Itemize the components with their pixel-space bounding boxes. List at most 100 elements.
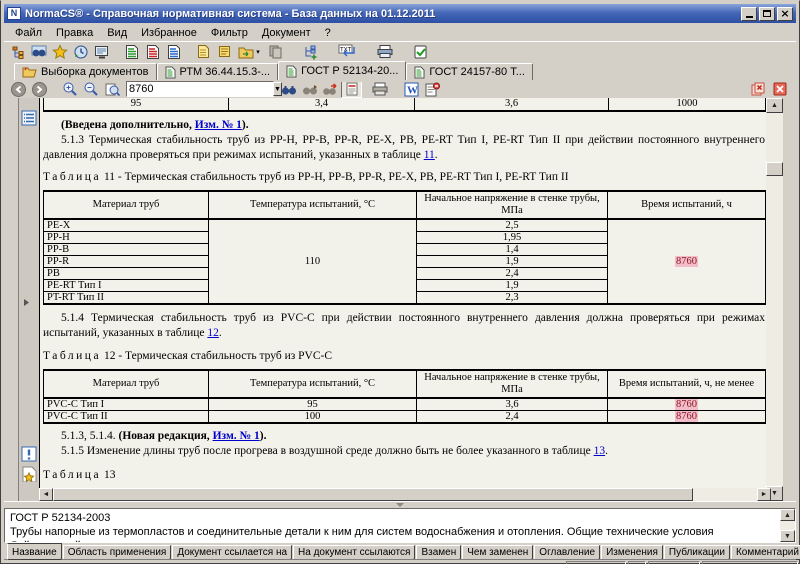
scroll-up-button[interactable]: ▲ xyxy=(766,98,783,113)
menu-file[interactable]: Файл xyxy=(8,26,49,40)
search-documents-button[interactable] xyxy=(28,43,49,61)
info-tab-replaced-by[interactable]: Чем заменен xyxy=(462,545,533,560)
tab-selection[interactable]: Выборка документов xyxy=(14,63,157,80)
tab-gost-r-52134[interactable]: ГОСТ Р 52134-20... xyxy=(278,61,406,80)
horizontal-scrollbar[interactable]: ◄ ► xyxy=(39,488,771,501)
back-arrow-icon xyxy=(11,82,26,97)
folder-export-icon xyxy=(238,45,254,59)
info-tab-name[interactable]: Название xyxy=(7,543,62,560)
nav-back-button[interactable] xyxy=(8,80,29,98)
scroll-down-button[interactable]: ▼ xyxy=(780,530,795,542)
scroll-up-button[interactable]: ▲ xyxy=(780,509,795,521)
doc-properties-button[interactable] xyxy=(422,80,443,98)
scroll-thumb[interactable] xyxy=(766,162,783,176)
position-marker-icon xyxy=(23,298,39,314)
tab-rtm-36-44[interactable]: РТМ 36.44.15.3-... xyxy=(157,63,279,80)
info-panel-scrollbar[interactable]: ▲ ▼ xyxy=(780,509,795,542)
info-tab-changes[interactable]: Изменения xyxy=(601,545,663,560)
monitoring-button[interactable] xyxy=(91,43,112,61)
temperature-cell: 95 xyxy=(209,398,417,411)
page-setup-button[interactable] xyxy=(375,43,396,61)
info-tab-publications[interactable]: Публикации xyxy=(664,545,730,560)
find-in-found-button[interactable] xyxy=(320,80,341,98)
favorites-button[interactable] xyxy=(49,43,70,61)
tab-label: Выборка документов xyxy=(41,66,149,78)
history-button[interactable] xyxy=(70,43,91,61)
scroll-track[interactable] xyxy=(766,98,783,501)
menu-favorites[interactable]: Избранное xyxy=(134,26,204,40)
material-cell: PP-H xyxy=(44,231,209,243)
bookmark-star-icon[interactable] xyxy=(21,466,37,482)
document-toolbar: ▼ W xyxy=(4,80,796,98)
maximize-button[interactable] xyxy=(759,7,775,21)
close-all-documents-button[interactable] xyxy=(748,80,769,98)
scroll-thumb[interactable] xyxy=(53,488,693,501)
info-tab-comment[interactable]: Комментарий xyxy=(731,545,800,560)
menu-filter[interactable]: Фильтр xyxy=(204,26,255,40)
info-tab-referenced-by[interactable]: На документ ссылаются xyxy=(293,545,415,560)
info-tab-contents[interactable]: Оглавление xyxy=(534,545,600,560)
search-input[interactable] xyxy=(127,82,273,96)
close-button[interactable]: × xyxy=(777,7,793,21)
amendment-note: (Введена дополнительно, Изм. № 1). xyxy=(43,118,769,133)
doc-status-active-button[interactable] xyxy=(121,43,142,61)
add-to-selection-button[interactable] xyxy=(300,43,321,61)
find-next-button[interactable] xyxy=(299,80,320,98)
table-12-link[interactable]: 12 xyxy=(207,327,219,339)
scroll-left-button[interactable]: ◄ xyxy=(39,488,53,501)
nav-forward-button[interactable] xyxy=(29,80,50,98)
vertical-scrollbar[interactable]: ▲ ▼ xyxy=(766,98,783,501)
paragraph-text: 5.1.3, 5.1.4. xyxy=(61,430,119,442)
info-tab-replaces[interactable]: Взамен xyxy=(416,545,461,560)
paragraph-5-1-5: 5.1.5 Изменение длины труб после прогрев… xyxy=(43,444,765,459)
find-button[interactable] xyxy=(278,80,299,98)
annotation-warning-icon[interactable] xyxy=(21,446,37,462)
doc-status-replaced-button[interactable] xyxy=(163,43,184,61)
zoom-scale-button[interactable] xyxy=(101,80,122,98)
find-next-icon xyxy=(302,83,318,96)
document-description: Трубы напорные из термопластов и соедини… xyxy=(10,525,790,539)
printer-icon xyxy=(372,82,389,96)
search-highlight: 8760 xyxy=(675,411,698,422)
text-compare-button[interactable]: TXT xyxy=(335,43,361,61)
amendment-link[interactable]: Изм. № 1 xyxy=(195,119,242,131)
info-tab-references-to[interactable]: Документ ссылается на xyxy=(172,545,292,560)
amendment-link[interactable]: Изм. № 1 xyxy=(213,430,260,442)
copy-button[interactable] xyxy=(265,43,286,61)
tab-gost-24157[interactable]: ГОСТ 24157-80 Т... xyxy=(406,63,532,80)
search-highlight: 8760 xyxy=(675,256,698,267)
toolbar-separator xyxy=(184,43,193,61)
doc-properties-icon xyxy=(425,82,440,97)
splitter-collapse-icon[interactable] xyxy=(396,503,404,507)
export-folder-button[interactable]: ▾ xyxy=(235,43,265,61)
export-word-button[interactable]: W xyxy=(401,80,422,98)
minimize-button[interactable] xyxy=(741,7,757,21)
open-card-button[interactable] xyxy=(214,43,235,61)
menu-edit[interactable]: Правка xyxy=(49,26,100,40)
check-status-button[interactable] xyxy=(410,43,431,61)
document-info-panel: ГОСТ Р 52134-2003 Трубы напорные из терм… xyxy=(4,508,796,543)
green-document-icon xyxy=(125,44,139,60)
zoom-in-button[interactable] xyxy=(59,80,80,98)
menu-help[interactable]: ? xyxy=(318,26,338,40)
paragraph-5-1-3: 5.1.3 Термическая стабильность труб из P… xyxy=(43,133,765,163)
close-document-button[interactable] xyxy=(769,80,790,98)
menu-document[interactable]: Документ xyxy=(255,26,318,40)
app-icon[interactable]: N xyxy=(7,7,21,20)
scroll-right-button[interactable]: ► xyxy=(757,488,771,501)
notes-list-icon[interactable] xyxy=(21,110,37,126)
text-view-toggle[interactable] xyxy=(341,80,362,98)
classifier-tree-button[interactable] xyxy=(7,43,28,61)
menu-view[interactable]: Вид xyxy=(100,26,134,40)
panel-splitter[interactable] xyxy=(4,501,796,508)
table-13-link[interactable]: 13 xyxy=(594,445,606,457)
zoom-out-button[interactable] xyxy=(80,80,101,98)
table-11-link[interactable]: 11 xyxy=(424,149,435,161)
open-text-button[interactable] xyxy=(193,43,214,61)
green-doc-tab-icon xyxy=(414,66,425,79)
info-tab-scope[interactable]: Область применения xyxy=(63,545,172,560)
doc-status-cancelled-button[interactable] xyxy=(142,43,163,61)
zoom-scale-icon xyxy=(104,81,120,97)
paragraph-text: 5.1.3 Термическая стабильность труб из P… xyxy=(43,134,765,161)
print-button[interactable] xyxy=(370,80,391,98)
